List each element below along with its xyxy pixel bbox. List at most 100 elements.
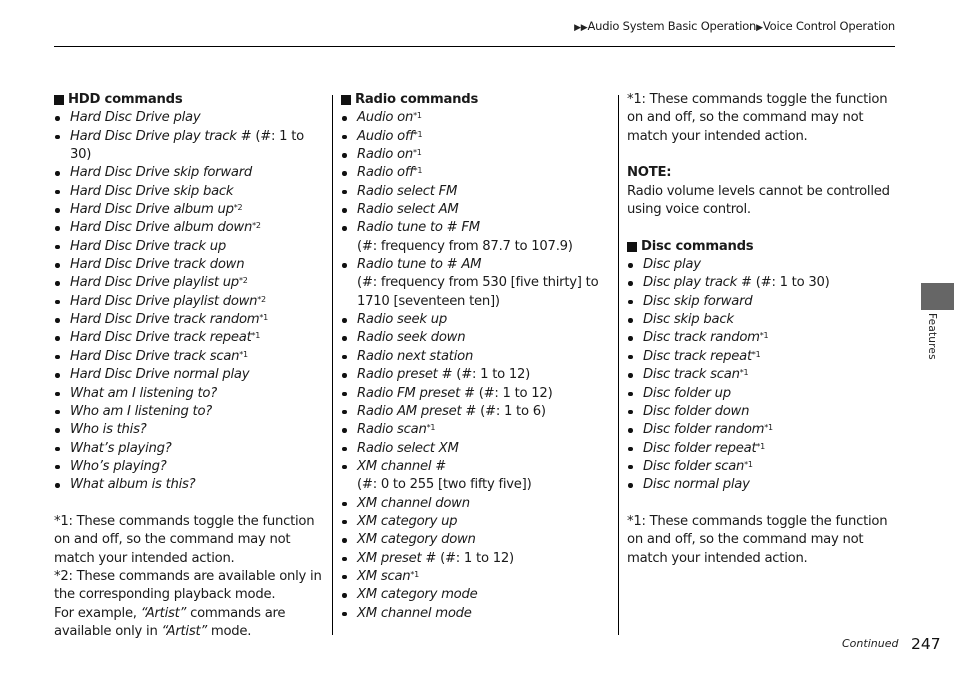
command-text: Radio select FM	[357, 183, 458, 199]
command-text: Disc normal play	[643, 477, 750, 493]
command-list-item: Disc folder repeat*1	[627, 440, 902, 458]
command-text: XM channel	[357, 458, 432, 474]
command-text: Hard Disc Drive track up	[70, 238, 226, 254]
disc-commands-column: *1: These commands toggle the function o…	[627, 91, 902, 568]
command-list-item: Who’s playing?	[54, 458, 324, 476]
footnote-ref: *2	[238, 276, 248, 286]
command-text: Who am I listening to?	[70, 403, 213, 419]
hdd-commands-column: HDD commands Hard Disc Drive play Hard Di…	[54, 91, 324, 641]
command-text: Disc track scan	[643, 367, 740, 383]
hdd-footnote-example: For example, “Artist” commands are avail…	[54, 605, 324, 642]
command-text: Disc track repeat	[643, 348, 752, 364]
command-list-item: XM channel # (#: 0 to 255 [two fifty five…	[341, 458, 611, 495]
double-arrow-icon: ▶▶	[574, 23, 588, 33]
hdd-footnote-1: *1: These commands toggle the function o…	[54, 513, 315, 566]
disc-section-title: Disc commands	[641, 238, 754, 254]
square-bullet-icon	[627, 241, 637, 252]
command-text: Hard Disc Drive playlist down	[70, 293, 258, 309]
command-text: Disc track random	[643, 330, 760, 346]
command-text: XM preset	[357, 550, 422, 566]
footnote-ref: *1	[426, 423, 436, 433]
command-text: Radio off	[357, 165, 414, 181]
command-text: Who is this?	[70, 422, 147, 438]
footnote-ref: *1	[751, 349, 761, 359]
footnote-ref: *2	[257, 294, 266, 304]
footnote-ref: *1	[756, 441, 765, 451]
command-parameter: # (#: 1 to 12)	[421, 550, 514, 566]
command-text: Disc folder random	[643, 422, 765, 438]
command-list-item: XM channel down	[341, 495, 611, 513]
command-text: XM category up	[357, 513, 458, 529]
example-text: mode.	[206, 623, 252, 639]
command-list-item: Disc skip back	[627, 311, 902, 329]
command-list-item: Audio off*1	[341, 128, 611, 146]
command-list-item: Radio seek up	[341, 311, 611, 329]
command-text: Hard Disc Drive track random	[70, 312, 260, 328]
command-text: Radio FM preset	[357, 385, 461, 401]
command-list-item: Hard Disc Drive skip forward	[54, 164, 324, 182]
command-list-item: Disc skip forward	[627, 293, 902, 311]
footnote-ref: *1	[239, 349, 248, 359]
note-text: Radio volume levels cannot be controlled…	[627, 183, 890, 218]
command-text: Hard Disc Drive track scan	[70, 348, 240, 364]
command-list-item: XM preset # (#: 1 to 12)	[341, 550, 611, 568]
features-side-label: Features	[926, 313, 938, 360]
command-list-item: Hard Disc Drive normal play	[54, 366, 324, 384]
command-text: Hard Disc Drive album up	[70, 202, 234, 218]
command-text: Hard Disc Drive skip back	[70, 183, 234, 199]
command-parameter-note: (#: frequency from 87.7 to 107.9)	[357, 238, 573, 254]
command-list-item: Radio off*1	[341, 164, 611, 182]
command-text: Radio tune to # AM	[357, 257, 482, 273]
command-text: Disc play track	[643, 275, 738, 291]
command-list-item: Hard Disc Drive album down*2	[54, 219, 324, 237]
square-bullet-icon	[341, 95, 351, 106]
command-list-item: Disc track random*1	[627, 329, 902, 347]
command-list-item: Disc folder down	[627, 403, 902, 421]
command-parameter-note: (#: 0 to 255 [two fifty five])	[357, 477, 532, 493]
disc-section-heading: Disc commands	[627, 238, 902, 256]
command-list-item: Hard Disc Drive track up	[54, 238, 324, 256]
column-divider	[618, 95, 619, 635]
command-text: Radio on	[357, 147, 413, 163]
command-list-item: Who am I listening to?	[54, 403, 324, 421]
radio-footnote-1: *1: These commands toggle the function o…	[627, 92, 888, 144]
breadcrumb-item-voice-control[interactable]: Voice Control Operation	[763, 19, 895, 33]
command-list-item: What am I listening to?	[54, 385, 324, 403]
continued-label: Continued	[842, 637, 899, 650]
command-list-item: Radio scan*1	[341, 421, 611, 439]
command-text: Hard Disc Drive track down	[70, 257, 245, 273]
command-list-item: Disc folder random*1	[627, 421, 902, 439]
command-list-item: What album is this?	[54, 476, 324, 494]
radio-section-heading: Radio commands	[341, 91, 611, 109]
command-list-item: Disc play	[627, 256, 902, 274]
command-list-item: Hard Disc Drive playlist down*2	[54, 293, 324, 311]
command-text: What’s playing?	[70, 440, 172, 456]
command-text: Hard Disc Drive track repeat	[70, 330, 252, 346]
command-list-item: Radio tune to # FM (#: frequency from 87.…	[341, 219, 611, 256]
footnote-ref: *1	[744, 459, 753, 469]
command-text: Radio scan	[357, 422, 427, 438]
footnote-ref: *1	[259, 313, 268, 323]
command-text: Radio seek up	[357, 312, 447, 328]
command-text: Disc folder scan	[643, 458, 745, 474]
command-list-item: XM category down	[341, 531, 611, 549]
features-side-tab[interactable]	[921, 283, 954, 310]
command-list-item: Radio select AM	[341, 201, 611, 219]
note-heading: NOTE:	[627, 165, 672, 181]
command-text: Hard Disc Drive playlist up	[70, 275, 239, 291]
command-list-item: Radio tune to # AM (#: frequency from 530…	[341, 256, 611, 311]
command-text: Hard Disc Drive album down	[70, 220, 253, 236]
command-text: XM channel down	[357, 495, 470, 511]
command-parameter: # (#: 1 to 12)	[460, 385, 553, 401]
breadcrumb: ▶▶Audio System Basic Operation▶Voice Con…	[574, 19, 895, 33]
command-text: XM category down	[357, 532, 476, 548]
radio-commands-column: Radio commands Audio on*1 Audio off*1 Radi…	[341, 91, 611, 623]
command-text: XM category mode	[357, 587, 478, 603]
command-list-item: Disc folder scan*1	[627, 458, 902, 476]
disc-command-list: Disc play Disc play track # (#: 1 to 30) D…	[627, 256, 902, 494]
breadcrumb-item-audio-system[interactable]: Audio System Basic Operation	[588, 19, 757, 33]
command-list-item: Hard Disc Drive track random*1	[54, 311, 324, 329]
example-quote: “Artist”	[161, 623, 208, 639]
command-text: Disc play	[643, 257, 701, 273]
footnote-ref: *1	[764, 423, 773, 433]
